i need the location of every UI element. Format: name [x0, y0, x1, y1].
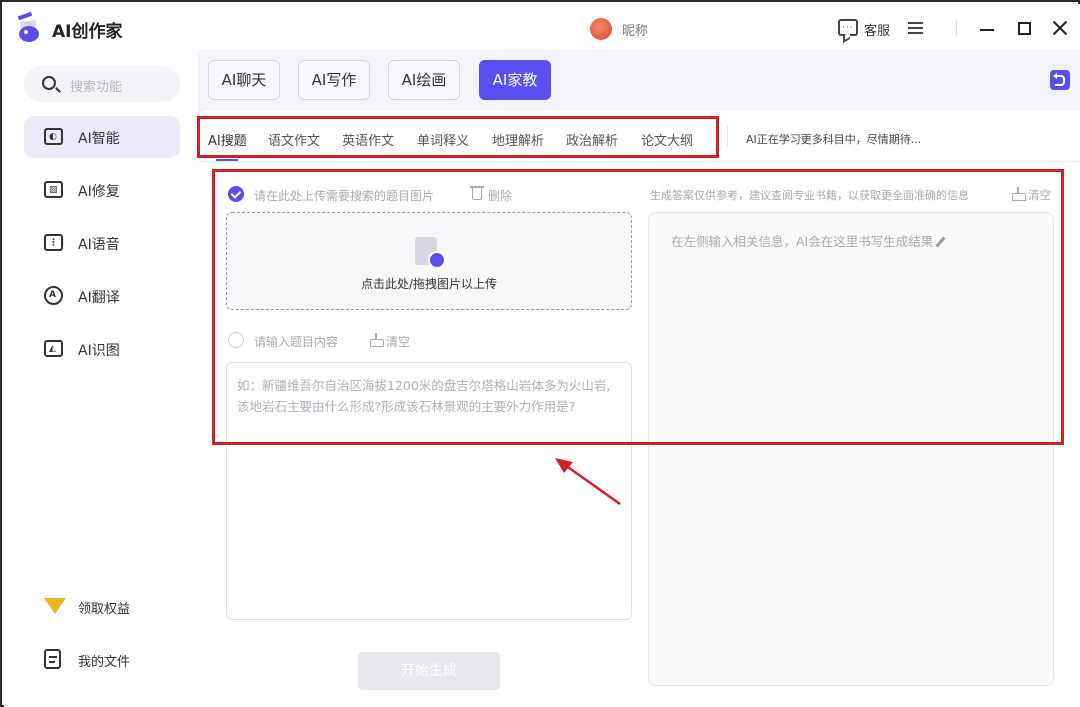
annotation-arrow — [555, 458, 621, 506]
app-window: AI创作家 昵称 ··· 客服 搜索功能 ◐ AI智能 ▨ AI修复 ⋮⋮ AI… — [0, 0, 1080, 707]
